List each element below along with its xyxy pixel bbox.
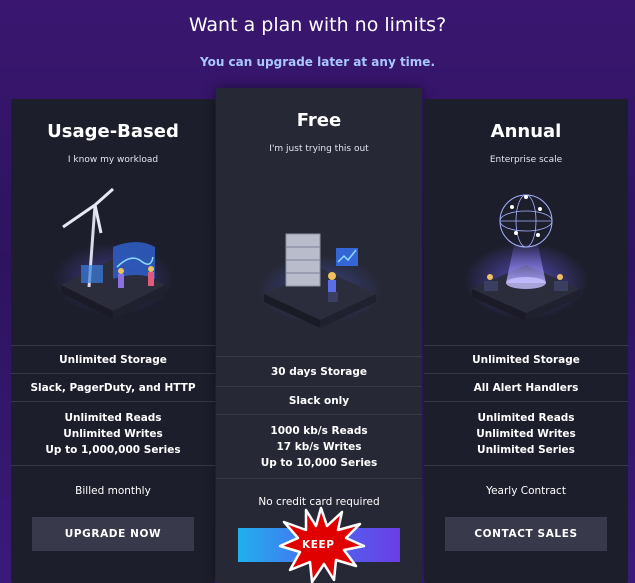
plan-title: Usage-Based (47, 121, 179, 142)
plan-feature-limits: Unlimited Reads Unlimited Writes Unlimit… (424, 401, 628, 465)
plan-tagline: Enterprise scale (489, 155, 563, 165)
divider (11, 465, 215, 466)
plan-tagline: I know my workload (67, 155, 159, 165)
billing-text: Billed monthly (75, 485, 151, 497)
globe-network-illustration-icon (464, 194, 588, 321)
server-illustration-icon (258, 233, 382, 328)
billing-text: Yearly Contract (486, 485, 566, 497)
plan-tagline: I'm just trying this out (269, 144, 369, 154)
plan-feature-alerts: Slack only (216, 386, 422, 414)
plan-card-free: Free I'm just trying this out 30 days St… (216, 88, 422, 583)
divider (216, 478, 422, 479)
plan-feature-alerts: All Alert Handlers (424, 373, 628, 401)
plan-title: Annual (490, 121, 562, 142)
plan-feature-storage: Unlimited Storage (11, 345, 215, 373)
plan-feature-limits: Unlimited Reads Unlimited Writes Up to 1… (11, 401, 215, 465)
plan-card-usage-based: Usage-Based I know my workload Unlimited… (11, 99, 215, 583)
upgrade-now-button[interactable]: UPGRADE NOW (32, 517, 194, 551)
plan-title: Free (296, 110, 342, 131)
plan-feature-limits: 1000 kb/s Reads 17 kb/s Writes Up to 10,… (216, 414, 422, 478)
keep-button-label[interactable]: KEEP (302, 539, 335, 551)
page-title: Want a plan with no limits? (188, 14, 447, 36)
wind-turbine-illustration-icon (53, 187, 173, 319)
contact-sales-button[interactable]: CONTACT SALES (445, 517, 607, 551)
plan-card-annual: Annual Enterprise scale Unlimited Storag… (424, 99, 628, 583)
plan-feature-alerts: Slack, PagerDuty, and HTTP (11, 373, 215, 401)
divider (424, 465, 628, 466)
plan-feature-storage: Unlimited Storage (424, 345, 628, 373)
plan-feature-storage: 30 days Storage (216, 356, 422, 386)
page-subtitle: You can upgrade later at any time. (199, 55, 435, 69)
